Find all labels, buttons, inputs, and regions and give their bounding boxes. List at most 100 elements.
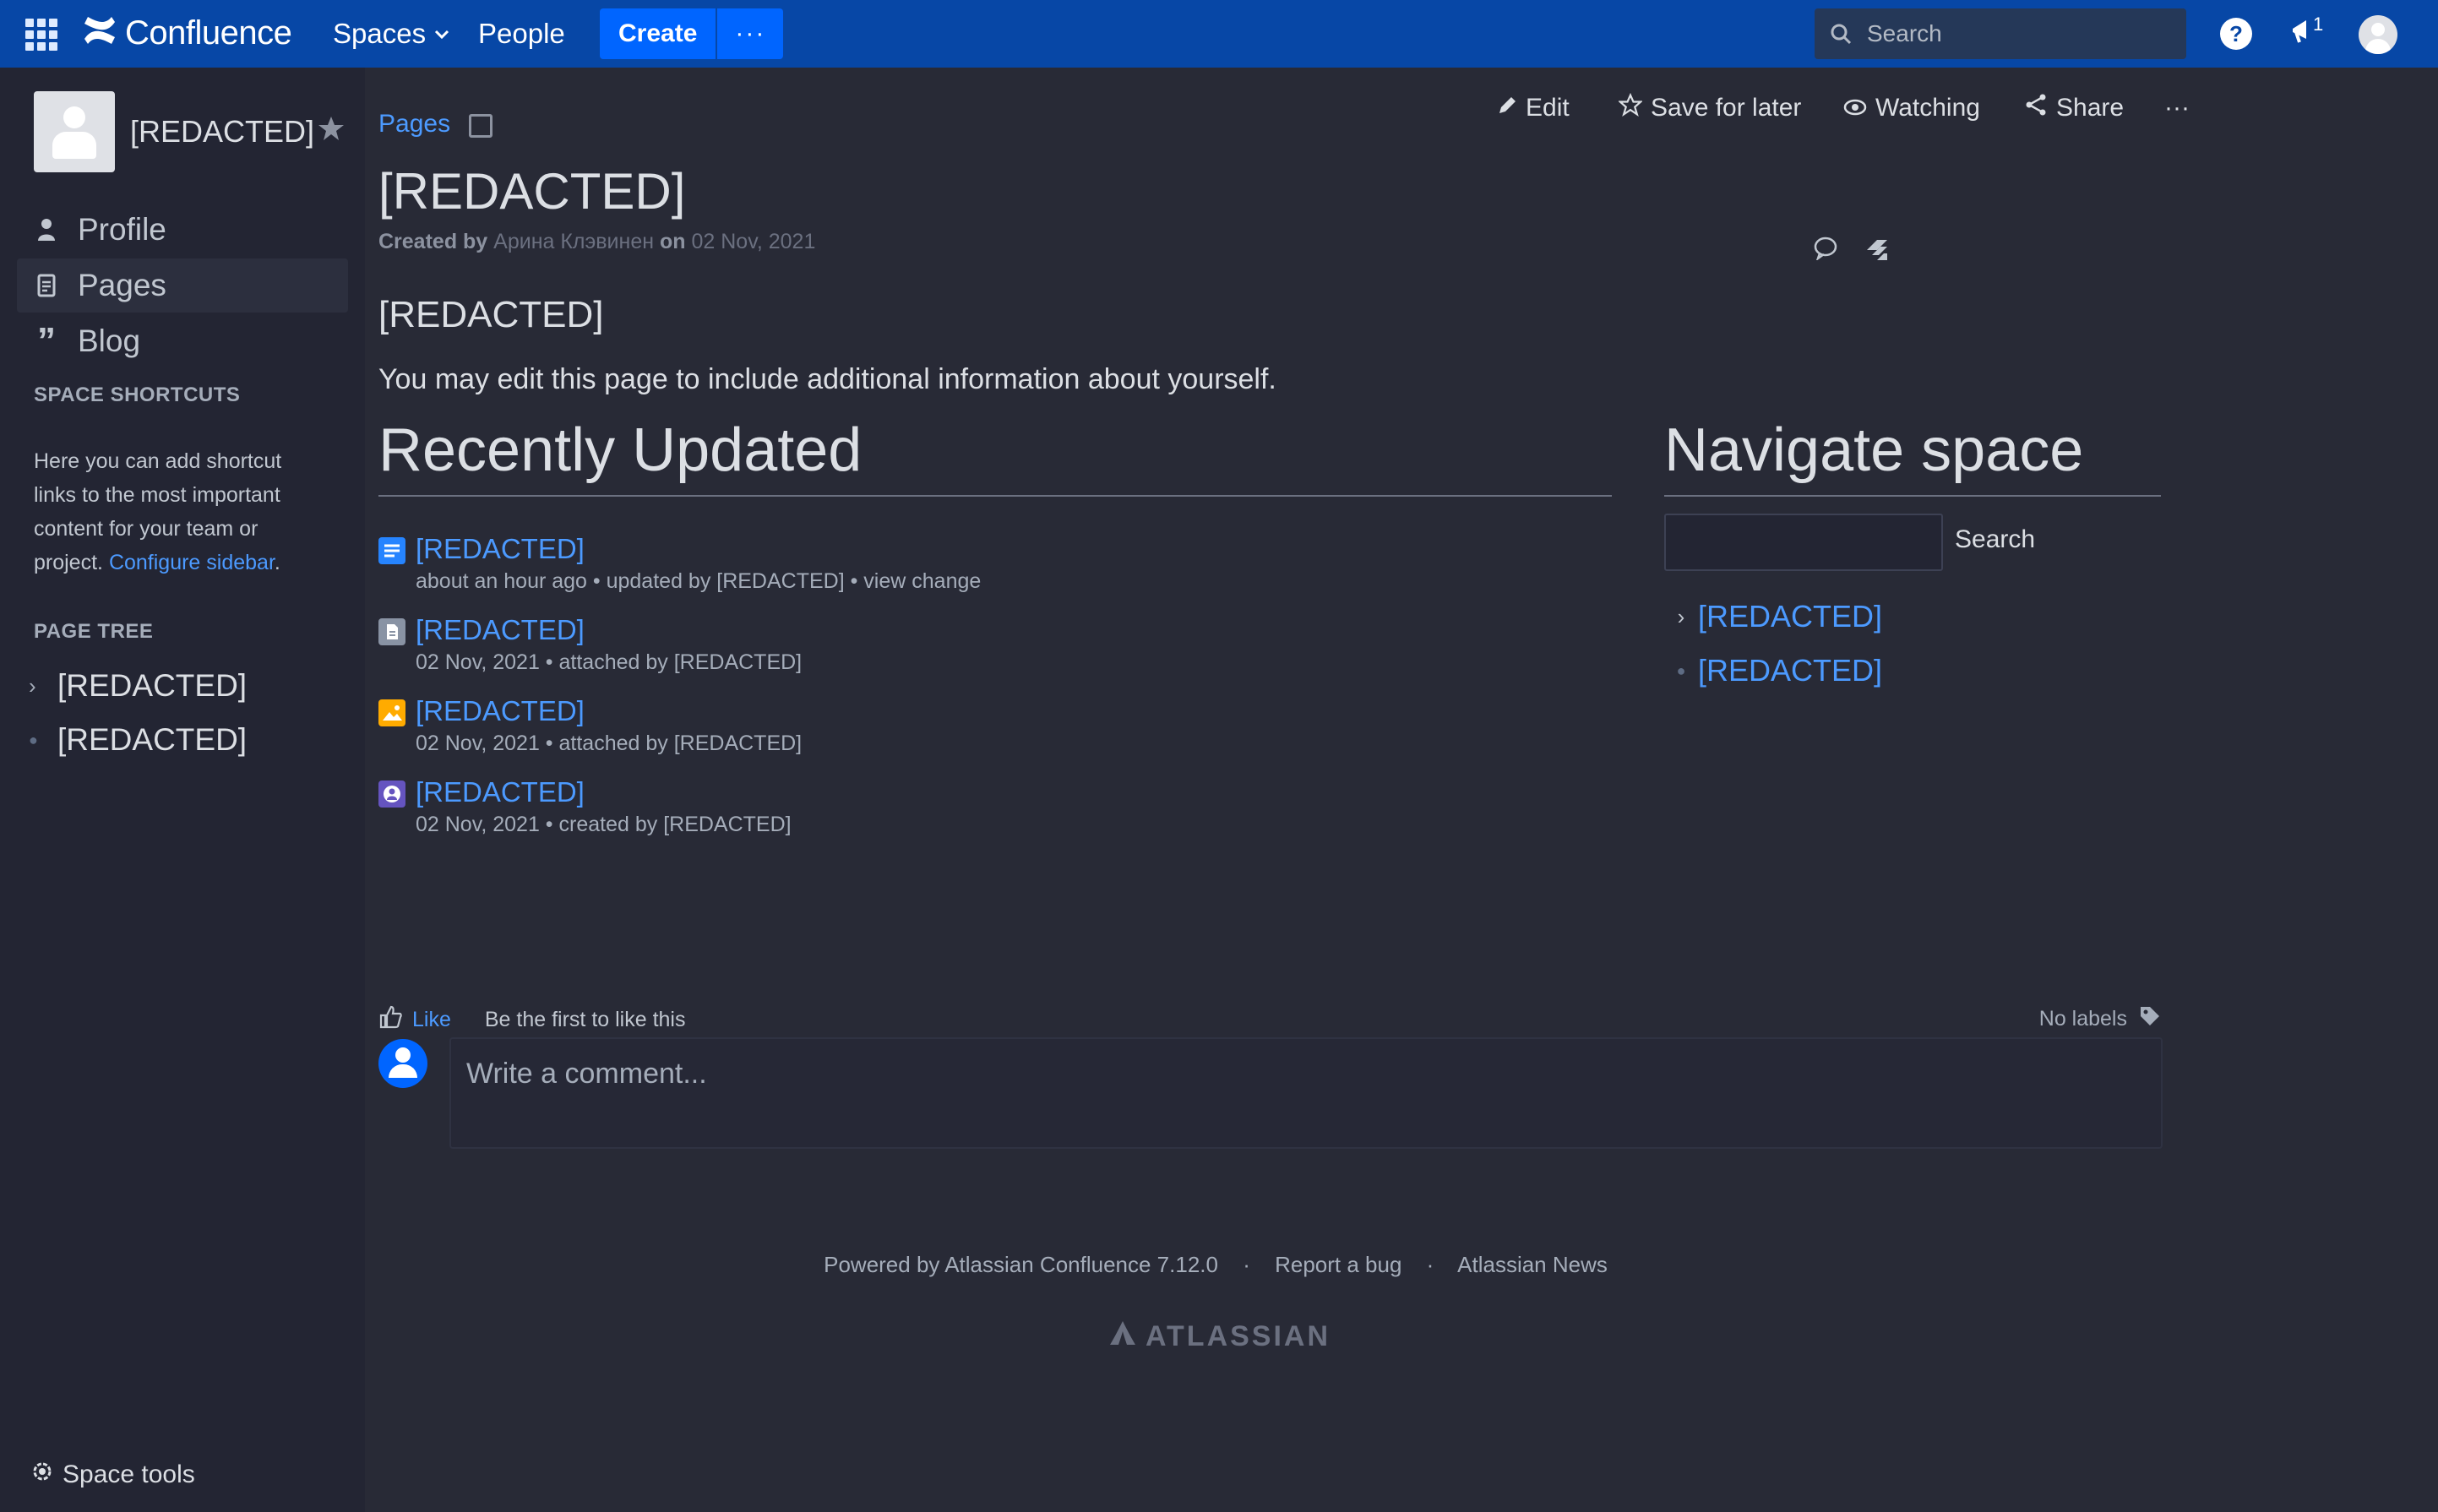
create-more-button[interactable]: ··· — [717, 8, 784, 59]
spaces-label: Spaces — [333, 18, 427, 49]
page-tree: › [REDACTED] ● [REDACTED] — [29, 659, 247, 767]
page-icon — [378, 537, 405, 564]
atlassian-logo-text: ATLASSIAN — [1146, 1320, 1331, 1352]
navigate-search-input[interactable] — [1664, 514, 1943, 571]
help-icon[interactable]: ? — [2220, 18, 2252, 50]
footer: Powered by Atlassian Confluence 7.12.0 ·… — [824, 1252, 1608, 1277]
commenter-avatar — [378, 1039, 427, 1088]
pages-icon — [34, 274, 59, 297]
user-avatar[interactable] — [2359, 15, 2397, 54]
inline-toolbar — [1813, 237, 1891, 269]
like-button[interactable]: Like — [378, 1005, 451, 1035]
share-icon — [2024, 93, 2048, 123]
search-input[interactable] — [1865, 19, 2173, 48]
recent-item-title[interactable]: [REDACTED] — [416, 774, 792, 811]
page-tree-heading: PAGE TREE — [34, 620, 154, 643]
image-icon — [378, 699, 405, 726]
more-actions-button[interactable]: ··· — [2164, 94, 2190, 122]
tree-item[interactable]: ● [REDACTED] — [1664, 644, 1882, 698]
navigate-search-button[interactable]: Search — [1955, 525, 2035, 554]
notifications-icon[interactable]: 1 — [2289, 14, 2332, 51]
watching-button[interactable]: Watching — [1843, 94, 1980, 122]
recent-item-meta: about an hour ago • updated by [REDACTED… — [416, 569, 982, 593]
like-status-text: Be the first to like this — [484, 1008, 686, 1031]
tree-item-label[interactable]: [REDACTED] — [1698, 653, 1882, 688]
space-name: [REDACTED] — [130, 114, 315, 149]
breadcrumb-pages[interactable]: Pages — [378, 110, 450, 139]
tree-item-label[interactable]: [REDACTED] — [57, 722, 247, 758]
space-tools-button[interactable]: Space tools — [30, 1460, 195, 1490]
bullet-icon: ● — [29, 731, 38, 748]
space-header[interactable]: [REDACTED] — [34, 91, 314, 172]
tree-item-label[interactable]: [REDACTED] — [1698, 599, 1882, 634]
chevron-right-icon[interactable]: › — [29, 673, 57, 699]
watching-label: Watching — [1875, 94, 1980, 122]
thumbs-up-icon — [378, 1005, 402, 1035]
recent-item-meta: 02 Nov, 2021 • attached by [REDACTED] — [416, 732, 803, 755]
pencil-icon — [1497, 94, 1517, 122]
recent-item-meta: 02 Nov, 2021 • created by [REDACTED] — [416, 813, 792, 836]
like-row: Like Be the first to like this No labels — [378, 1005, 2161, 1035]
sidebar-item-pages[interactable]: Pages — [17, 258, 348, 313]
recent-item-title[interactable]: [REDACTED] — [416, 530, 981, 568]
breadcrumb: Pages — [378, 110, 493, 139]
labels-area[interactable]: No labels — [2039, 1005, 2161, 1033]
on-label: on — [660, 230, 686, 253]
sidebar-item-blog[interactable]: ” Blog — [17, 314, 348, 368]
navigate-tree: › [REDACTED] ● [REDACTED] — [1664, 590, 1882, 698]
list-item: [REDACTED] 02 Nov, 2021 • attached by [R… — [378, 693, 1612, 774]
tag-icon — [2139, 1005, 2161, 1033]
recent-item-meta: 02 Nov, 2021 • attached by [REDACTED] — [416, 650, 803, 674]
report-bug-link[interactable]: Report a bug — [1275, 1252, 1401, 1277]
share-button[interactable]: Share — [2024, 93, 2124, 123]
star-icon[interactable] — [318, 115, 345, 150]
no-labels-text: No labels — [2038, 1007, 2127, 1031]
logo-text: Confluence — [125, 14, 292, 52]
save-for-later-button[interactable]: Save for later — [1617, 92, 1802, 123]
configure-sidebar-link[interactable]: Configure sidebar — [109, 551, 275, 574]
unlock-icon[interactable] — [469, 114, 493, 138]
bullet-icon: ● — [1676, 661, 1686, 679]
sidebar-item-label: Profile — [78, 212, 166, 247]
list-item: [REDACTED] 02 Nov, 2021 • created by [RE… — [378, 774, 1612, 855]
notification-count: 1 — [2313, 14, 2324, 35]
sidebar-item-label: Blog — [78, 324, 141, 358]
tree-item[interactable]: ● [REDACTED] — [29, 713, 247, 767]
space-sidebar: [REDACTED] Profile Pages ” Blog SPACE SH… — [0, 68, 365, 1512]
recently-updated-list: [REDACTED] about an hour ago • updated b… — [378, 530, 1612, 855]
spaces-menu[interactable]: Spaces — [333, 17, 449, 51]
recent-item-title[interactable]: [REDACTED] — [416, 612, 802, 649]
recent-item-title[interactable]: [REDACTED] — [416, 693, 802, 730]
star-outline-icon — [1617, 92, 1644, 123]
recently-updated-heading: Recently Updated — [378, 416, 1612, 497]
people-link[interactable]: People — [478, 17, 565, 51]
comment-icon[interactable] — [1813, 237, 1838, 269]
created-date[interactable]: 02 Nov, 2021 — [692, 230, 816, 253]
app-switcher-icon[interactable] — [25, 19, 57, 51]
atlassian-logo[interactable]: ATLASSIAN — [1108, 1319, 1331, 1354]
space-tools-label: Space tools — [63, 1460, 195, 1488]
tree-item[interactable]: › [REDACTED] — [29, 659, 247, 713]
save-label: Save for later — [1651, 94, 1802, 122]
chevron-down-icon — [434, 23, 449, 45]
tree-item[interactable]: › [REDACTED] — [1664, 590, 1882, 644]
confluence-logo-icon — [83, 15, 117, 52]
page-title: [REDACTED] — [378, 163, 686, 220]
confluence-logo[interactable]: Confluence — [83, 12, 292, 54]
sidebar-item-label: Pages — [78, 268, 166, 302]
file-icon — [378, 618, 405, 645]
sidebar-item-profile[interactable]: Profile — [17, 203, 348, 257]
chevron-right-icon[interactable]: › — [1664, 604, 1698, 630]
author-link[interactable]: Арина Клэвинен — [493, 230, 654, 253]
navigate-space-heading: Navigate space — [1664, 416, 2161, 497]
tree-item-label[interactable]: [REDACTED] — [57, 668, 247, 704]
atlassian-news-link[interactable]: Atlassian News — [1457, 1252, 1608, 1277]
jira-icon[interactable] — [1864, 237, 1891, 269]
edit-button[interactable]: Edit — [1497, 94, 1570, 122]
comment-input[interactable]: Write a comment... — [449, 1037, 2163, 1149]
create-button[interactable]: Create — [600, 8, 716, 59]
share-label: Share — [2056, 94, 2125, 122]
edit-label: Edit — [1526, 94, 1570, 122]
person-icon — [34, 217, 59, 242]
search-field[interactable] — [1815, 8, 2186, 59]
